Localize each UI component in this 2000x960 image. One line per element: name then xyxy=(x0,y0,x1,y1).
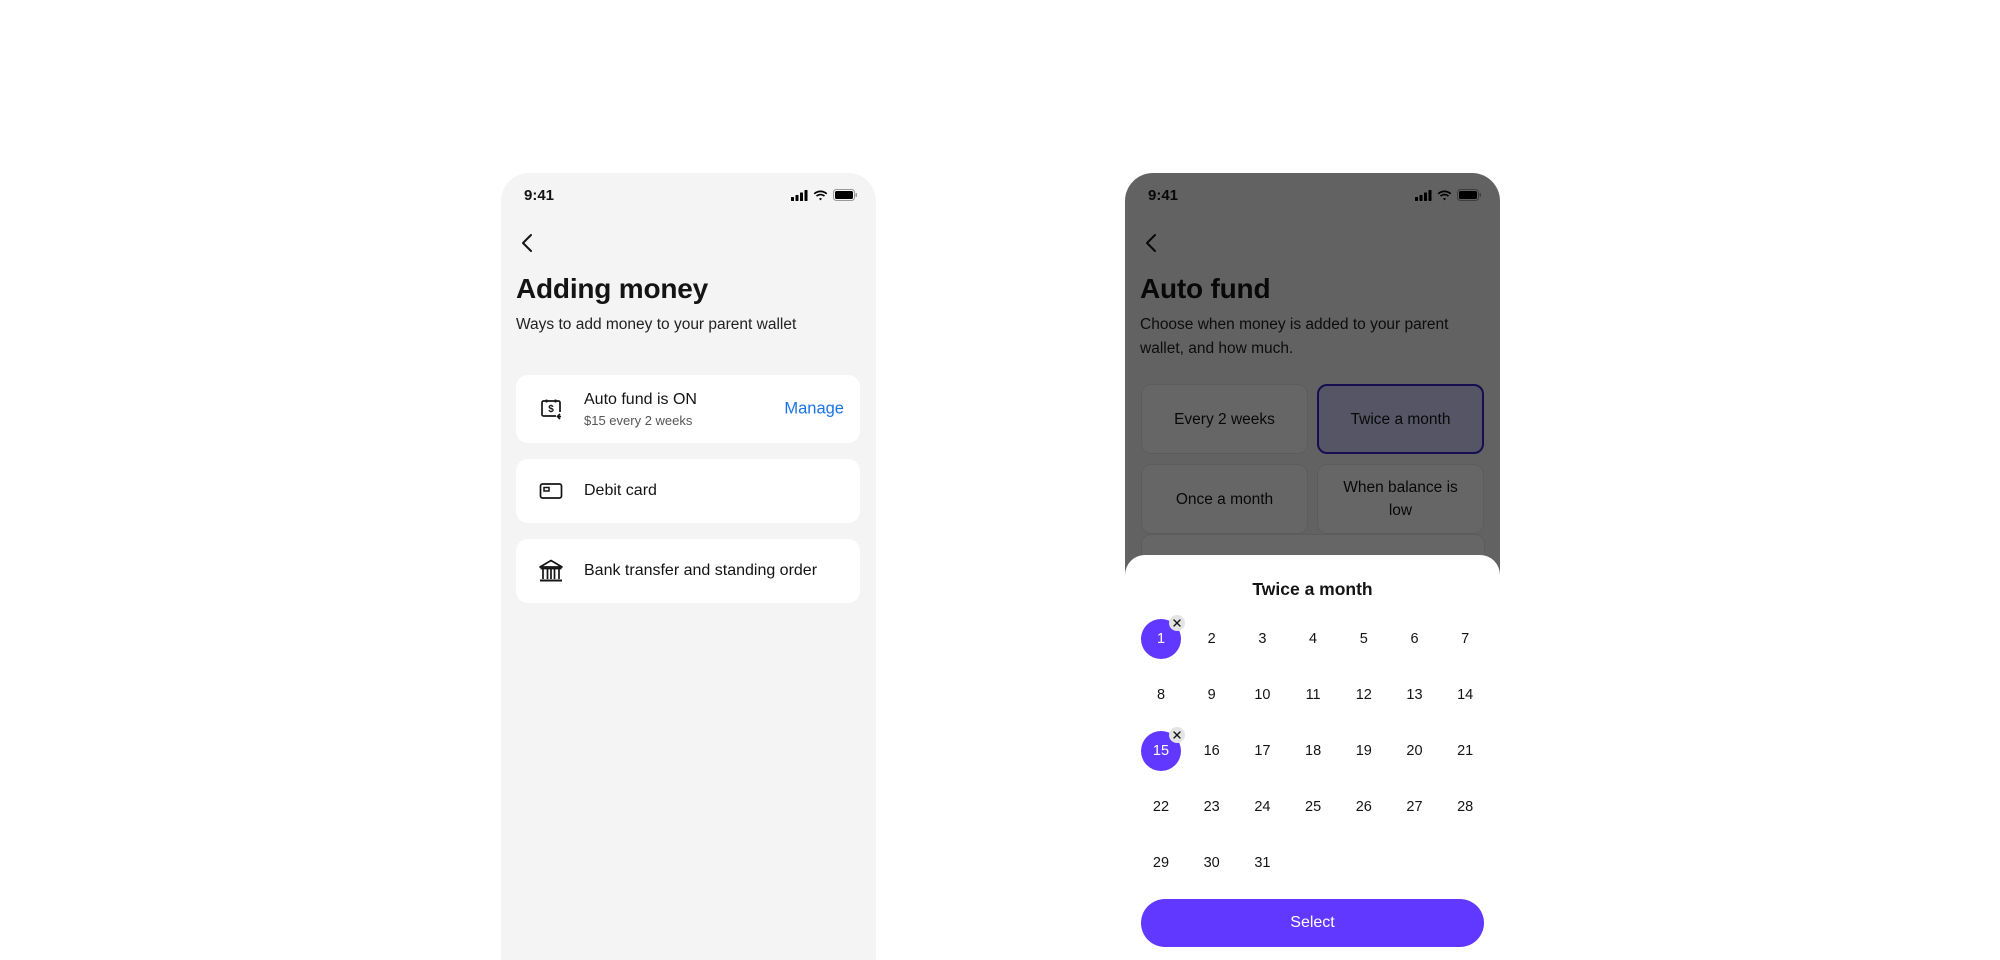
auto-fund-card[interactable]: $ Auto fund is ON $15 every 2 weeks Mana… xyxy=(516,375,860,443)
day-10[interactable]: 10 xyxy=(1242,675,1282,715)
auto-fund-text: Auto fund is ON $15 every 2 weeks xyxy=(584,391,697,428)
day-17[interactable]: 17 xyxy=(1242,731,1282,771)
day-label: 8 xyxy=(1156,687,1166,703)
day-picker-sheet: Twice a month 1 2 3 4 5 6 7 8 9 10 11 12 13 14 15 16 17 1… xyxy=(1125,555,1500,960)
day-label: 21 xyxy=(1457,743,1474,759)
day-20[interactable]: 20 xyxy=(1395,731,1435,771)
day-label: 19 xyxy=(1355,743,1372,759)
day-label: 15 xyxy=(1152,743,1170,759)
status-time: 9:41 xyxy=(524,187,555,204)
back-button[interactable] xyxy=(515,231,539,255)
day-label: 29 xyxy=(1152,855,1170,871)
bank-transfer-text: Bank transfer and standing order xyxy=(584,562,817,580)
day-label: 14 xyxy=(1457,687,1474,703)
svg-text:$: $ xyxy=(548,404,554,415)
day-7[interactable]: 7 xyxy=(1445,619,1485,659)
auto-fund-sublabel: $15 every 2 weeks xyxy=(584,412,693,428)
page-title: Adding money xyxy=(516,273,709,304)
bank-transfer-option[interactable]: Bank transfer and standing order xyxy=(516,539,860,603)
day-label: 4 xyxy=(1309,631,1318,647)
day-5[interactable]: 5 xyxy=(1344,619,1384,659)
clear-day-button[interactable] xyxy=(1169,727,1185,743)
bank-icon xyxy=(538,558,564,584)
day-21[interactable]: 21 xyxy=(1445,731,1485,771)
day-31[interactable]: 31 xyxy=(1242,843,1282,883)
day-28[interactable]: 28 xyxy=(1445,787,1485,827)
day-label: 22 xyxy=(1152,799,1170,815)
status-icons xyxy=(791,189,858,201)
select-button[interactable]: Select xyxy=(1141,899,1484,947)
day-label: 2 xyxy=(1207,631,1216,647)
day-22[interactable]: 22 xyxy=(1141,787,1181,827)
day-30[interactable]: 30 xyxy=(1192,843,1232,883)
debit-card-option[interactable]: Debit card xyxy=(516,459,860,523)
day-label: 18 xyxy=(1305,743,1322,759)
day-8[interactable]: 8 xyxy=(1141,675,1181,715)
wifi-icon xyxy=(813,190,828,200)
day-18[interactable]: 18 xyxy=(1293,731,1333,771)
day-label: 5 xyxy=(1359,631,1368,647)
calendar-dollar-icon: $ xyxy=(538,396,564,422)
day-label: 11 xyxy=(1305,687,1321,703)
day-13[interactable]: 13 xyxy=(1395,675,1435,715)
day-label: 30 xyxy=(1203,855,1220,871)
day-9[interactable]: 9 xyxy=(1192,675,1232,715)
day-label: 27 xyxy=(1406,799,1423,815)
close-icon xyxy=(1173,731,1181,739)
day-label: 20 xyxy=(1406,743,1423,759)
clear-day-button[interactable] xyxy=(1169,615,1185,631)
day-label: 17 xyxy=(1254,743,1271,759)
day-15[interactable]: 15 xyxy=(1141,727,1185,771)
bank-transfer-label: Bank transfer and standing order xyxy=(584,562,818,579)
auto-fund-screen: 9:41 Auto fund Choose when money is adde… xyxy=(1125,173,1500,960)
day-label: 7 xyxy=(1461,631,1470,647)
day-label: 16 xyxy=(1203,743,1220,759)
day-label: 28 xyxy=(1457,799,1474,815)
day-2[interactable]: 2 xyxy=(1192,619,1232,659)
day-label: 24 xyxy=(1254,799,1271,815)
sheet-title: Twice a month xyxy=(1252,579,1373,599)
day-29[interactable]: 29 xyxy=(1141,843,1181,883)
debit-card-icon xyxy=(538,478,564,504)
manage-link[interactable]: Manage xyxy=(784,400,844,419)
day-label: 10 xyxy=(1254,687,1271,703)
day-23[interactable]: 23 xyxy=(1192,787,1232,827)
day-label: 1 xyxy=(1156,631,1166,647)
day-11[interactable]: 11 xyxy=(1293,675,1333,715)
day-4[interactable]: 4 xyxy=(1293,619,1333,659)
day-14[interactable]: 14 xyxy=(1445,675,1485,715)
day-label: 3 xyxy=(1258,631,1267,647)
day-24[interactable]: 24 xyxy=(1242,787,1282,827)
day-12[interactable]: 12 xyxy=(1344,675,1384,715)
day-label: 31 xyxy=(1254,855,1271,871)
debit-card-text: Debit card xyxy=(584,482,657,500)
day-6[interactable]: 6 xyxy=(1395,619,1435,659)
day-25[interactable]: 25 xyxy=(1293,787,1333,827)
day-3[interactable]: 3 xyxy=(1242,619,1282,659)
day-label: 12 xyxy=(1355,687,1372,703)
day-27[interactable]: 27 xyxy=(1395,787,1435,827)
day-label: 26 xyxy=(1355,799,1372,815)
battery-icon xyxy=(833,189,857,201)
day-label: 13 xyxy=(1406,687,1423,703)
day-16[interactable]: 16 xyxy=(1192,731,1232,771)
day-26[interactable]: 26 xyxy=(1344,787,1384,827)
signal-icon xyxy=(791,189,808,201)
day-label: 9 xyxy=(1207,687,1216,703)
day-1[interactable]: 1 xyxy=(1141,615,1185,659)
chevron-left-icon xyxy=(522,234,532,252)
day-label: 23 xyxy=(1203,799,1220,815)
page-subtitle: Ways to add money to your parent wallet xyxy=(516,316,797,333)
debit-card-label: Debit card xyxy=(584,482,657,499)
day-19[interactable]: 19 xyxy=(1344,731,1384,771)
adding-money-screen: 9:41 Adding money Ways to add money to y… xyxy=(501,173,876,960)
close-icon xyxy=(1173,619,1181,627)
auto-fund-label: Auto fund is ON xyxy=(584,390,697,408)
day-label: 6 xyxy=(1410,631,1419,647)
day-label: 25 xyxy=(1305,799,1322,815)
status-bar: 9:41 xyxy=(501,173,876,217)
